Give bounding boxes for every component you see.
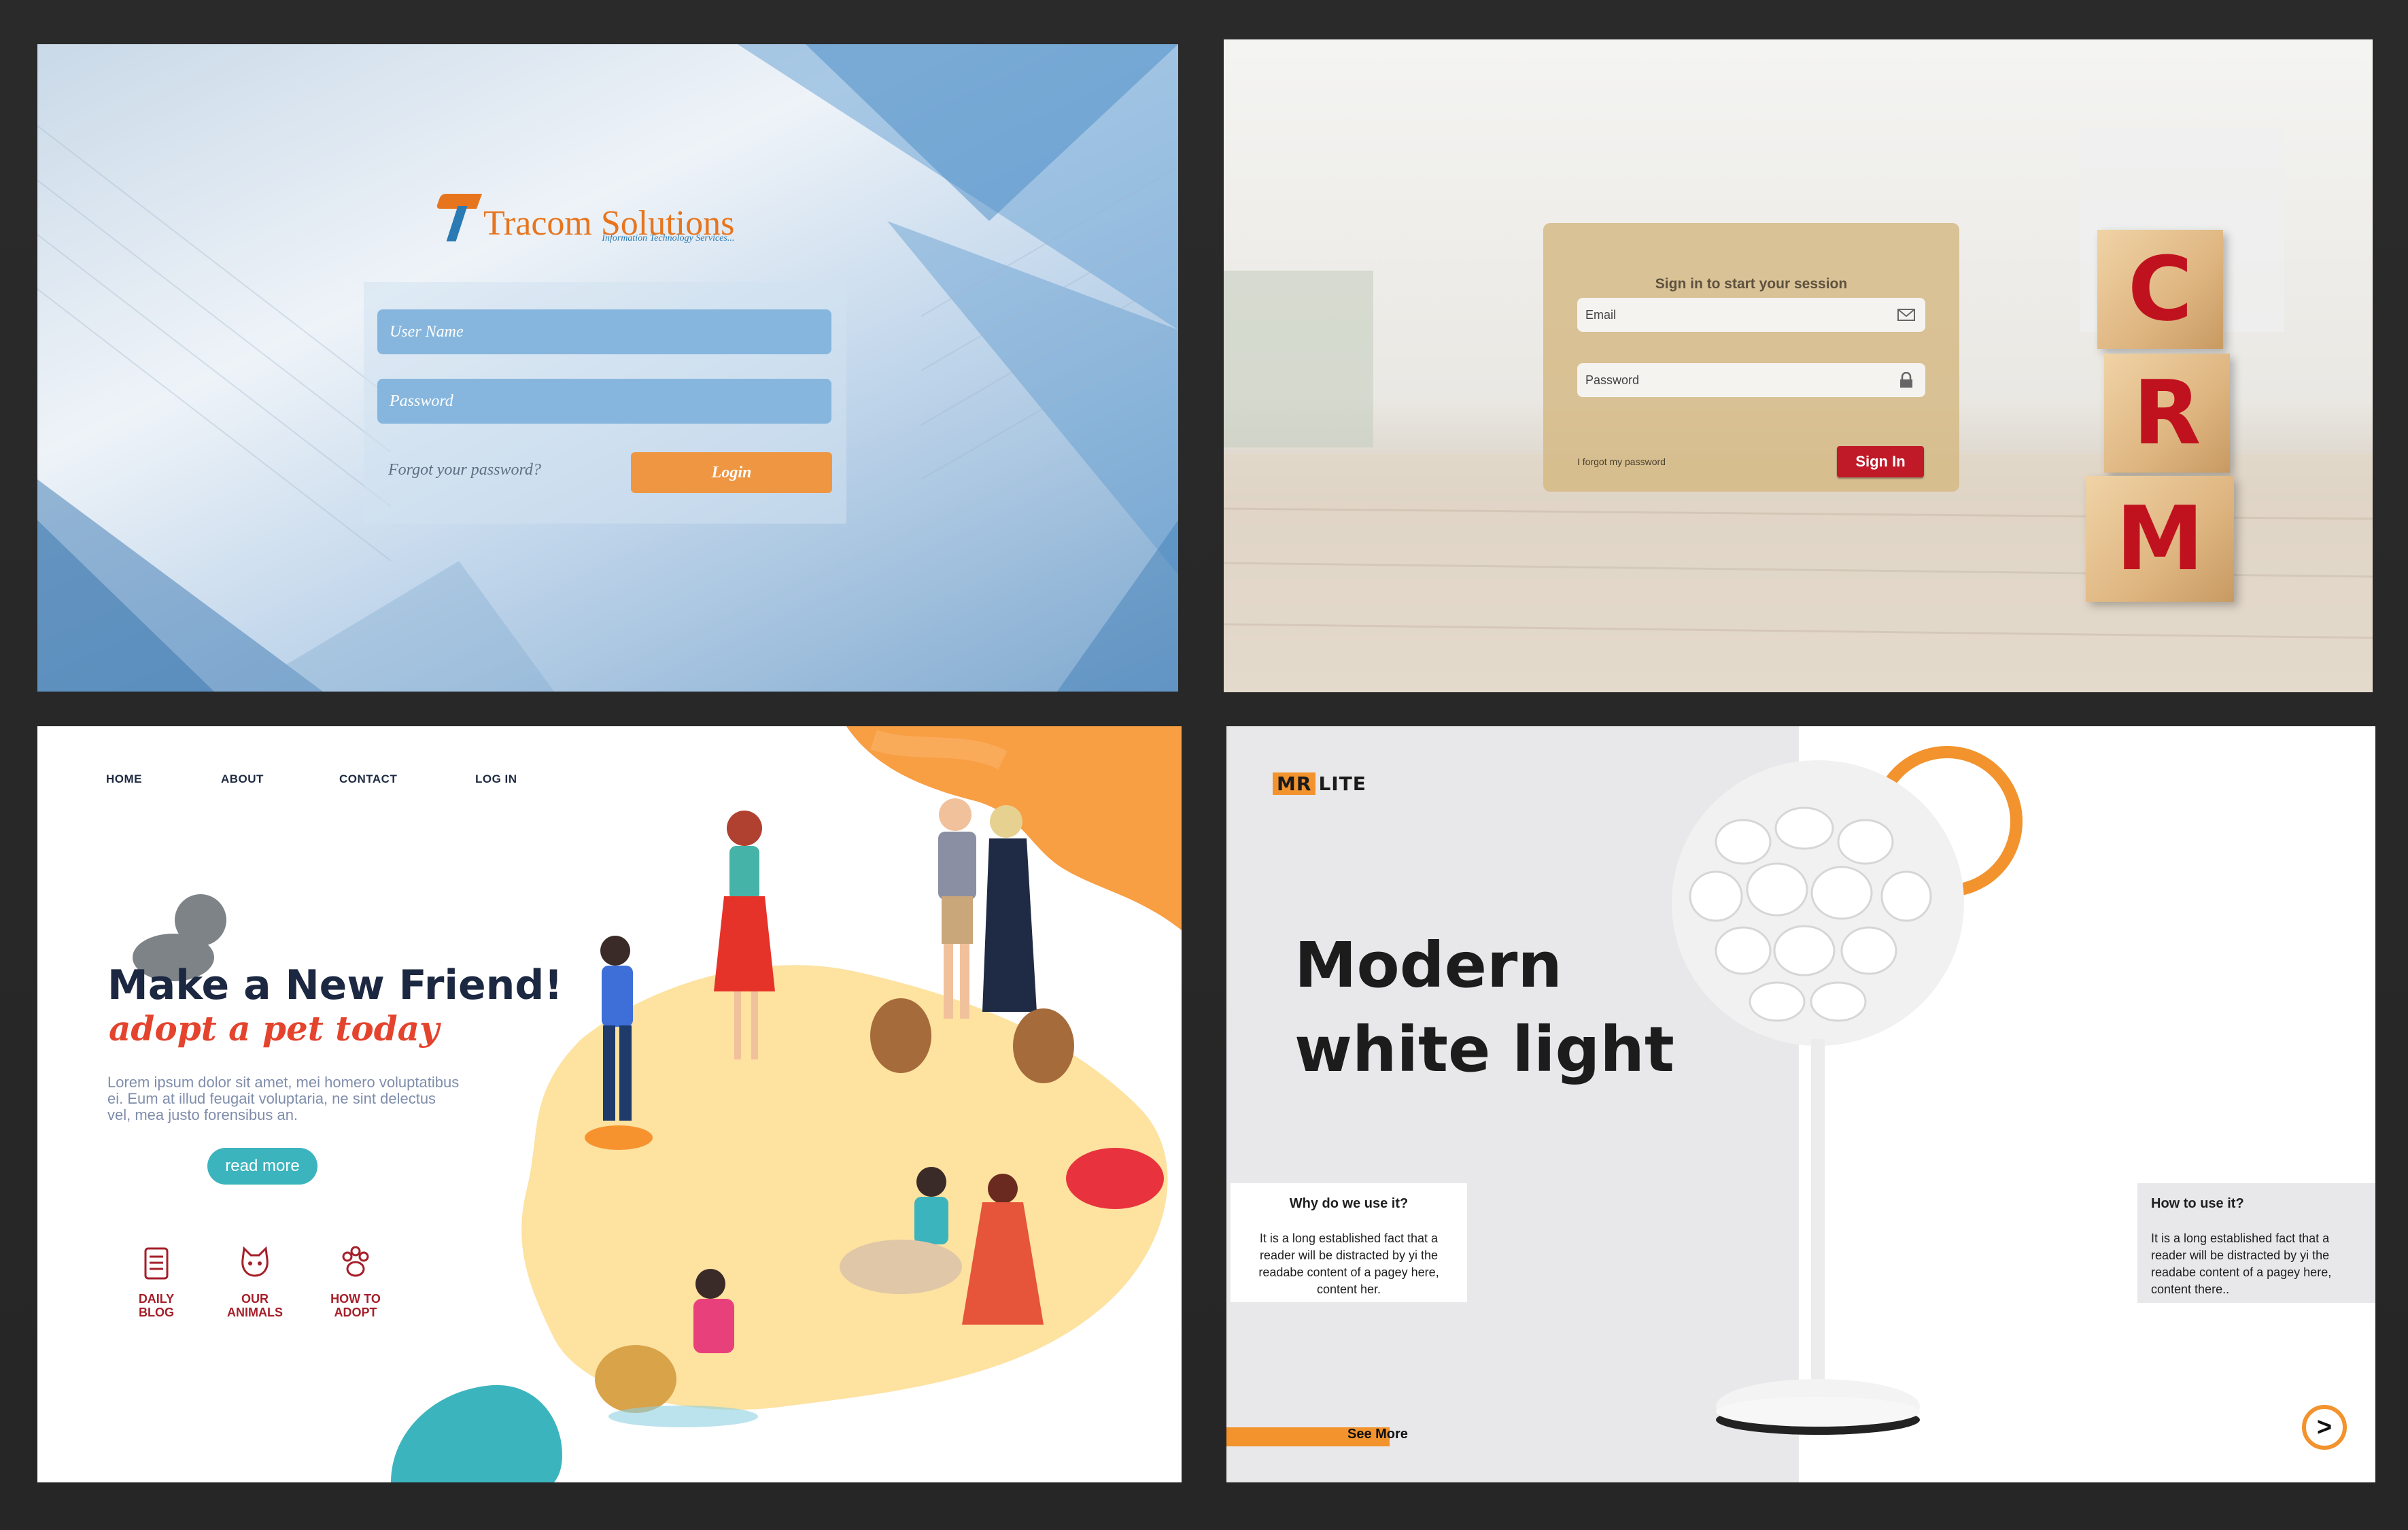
tracom-logo: Tracom Solutions Information Technology …: [435, 194, 735, 243]
tracom-logo-mark-icon: [435, 194, 483, 241]
feature-how-to-adopt[interactable]: HOW TO ADOPT: [318, 1244, 393, 1319]
box-body: It is a long established fact that a rea…: [1258, 1231, 1439, 1296]
headline: Make a New Friend!: [107, 962, 563, 1009]
info-box-why: Why do we use it? It is a long establish…: [1231, 1183, 1467, 1302]
nav-about[interactable]: ABOUT: [221, 772, 264, 786]
tracom-login-screen: Tracom Solutions Information Technology …: [37, 44, 1178, 692]
crm-cube-m: M: [2086, 476, 2234, 602]
mr-lite-logo: MR LITE: [1273, 772, 1366, 795]
nav-home[interactable]: HOME: [106, 772, 142, 786]
signin-button[interactable]: Sign In: [1837, 446, 1924, 477]
info-box-how: How to use it? It is a long established …: [2137, 1183, 2375, 1303]
pet-adoption-page: HOME ABOUT CONTACT LOG IN Make a New Fri…: [37, 726, 1182, 1482]
crm-cube-r: R: [2104, 354, 2230, 473]
title-line-2: white light: [1294, 1013, 1674, 1086]
brand-tagline: Information Technology Services...: [602, 233, 735, 243]
feature-label-2: BLOG: [139, 1306, 174, 1319]
feature-label-2: ANIMALS: [227, 1306, 283, 1319]
product-title: Modern white light: [1294, 923, 1674, 1092]
login-form: User Name Password Forgot your password?…: [364, 282, 846, 524]
next-arrow-button[interactable]: >: [2302, 1405, 2347, 1450]
feature-label-1: HOW TO: [330, 1292, 381, 1306]
email-field[interactable]: Email: [1577, 298, 1925, 332]
box-heading: Why do we use it?: [1289, 1196, 1409, 1211]
feature-label-1: DAILY: [138, 1292, 175, 1306]
lock-icon: [1900, 372, 1912, 388]
box-heading: How to use it?: [2151, 1196, 2244, 1211]
signin-heading: Sign in to start your session: [1655, 276, 1848, 292]
paw-icon: [342, 1246, 369, 1277]
forgot-password-link[interactable]: I forgot my password: [1577, 456, 1666, 467]
crm-login-screen: Sign in to start your session Email Pass…: [1224, 39, 2373, 692]
notepad-icon: [144, 1247, 169, 1280]
box-body: It is a long established fact that a rea…: [2151, 1231, 2332, 1296]
lamp-illustration: [1672, 746, 2023, 1435]
password-placeholder: Password: [1585, 373, 1640, 387]
lamp-product-page: MR LITE Modern white light Why do we use …: [1226, 726, 2375, 1482]
username-field[interactable]: User Name: [377, 309, 831, 354]
intro-text: Lorem ipsum dolor sit amet, mei homero v…: [107, 1074, 460, 1123]
cat-face-icon: [241, 1246, 269, 1277]
email-placeholder: Email: [1585, 308, 1617, 322]
password-field[interactable]: Password: [377, 379, 831, 424]
crm-cube-c: C: [2097, 230, 2223, 349]
subheadline: adopt a pet today: [109, 1008, 440, 1049]
read-more-button[interactable]: read more: [207, 1148, 317, 1185]
signin-card: Sign in to start your session Email Pass…: [1543, 223, 1959, 492]
feature-our-animals[interactable]: OUR ANIMALS: [218, 1244, 292, 1319]
logo-lite: LITE: [1318, 772, 1366, 795]
feature-label-1: OUR: [241, 1292, 269, 1306]
see-more-link[interactable]: See More: [1347, 1427, 1408, 1442]
nav-login[interactable]: LOG IN: [475, 772, 517, 786]
nav-contact[interactable]: CONTACT: [339, 772, 397, 786]
title-line-1: Modern: [1294, 929, 1562, 1002]
feature-label-2: ADOPT: [334, 1306, 377, 1319]
logo-mr: MR: [1273, 772, 1316, 795]
feature-daily-blog[interactable]: DAILY BLOG: [119, 1244, 194, 1319]
login-button[interactable]: Login: [631, 452, 832, 493]
password-field[interactable]: Password: [1577, 363, 1925, 397]
forgot-password-link[interactable]: Forgot your password?: [388, 461, 541, 479]
envelope-icon: [1897, 309, 1915, 321]
